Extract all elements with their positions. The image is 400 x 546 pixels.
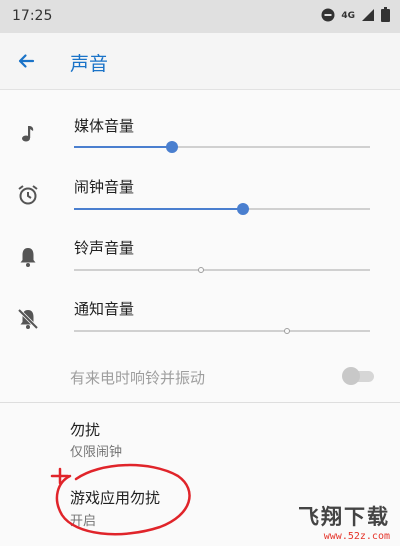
battery-icon [381, 6, 390, 26]
ringtone-volume-slider[interactable] [74, 264, 370, 276]
status-bar: 17:25 4G [0, 0, 400, 33]
network-type: 4G [341, 11, 355, 21]
do-not-disturb-icon [321, 7, 335, 26]
alarm-volume-slider[interactable] [74, 203, 370, 215]
section-divider [0, 402, 400, 403]
vibrate-on-call-toggle[interactable] [342, 367, 374, 385]
slider-thumb[interactable] [236, 203, 249, 215]
music-note-icon [16, 122, 40, 146]
slider-thumb[interactable] [198, 267, 205, 273]
status-time: 17:25 [12, 8, 53, 24]
bell-off-icon [16, 307, 40, 331]
vibrate-on-call-label: 有来电时响铃并振动 [70, 369, 206, 387]
setting-title: 勿扰 [70, 421, 101, 439]
slider-fill [74, 208, 243, 210]
slider-thumb[interactable] [284, 328, 291, 334]
watermark-url: www.52z.com [323, 531, 390, 542]
setting-title: 游戏应用勿扰 [70, 489, 161, 507]
slider-fill [74, 146, 172, 148]
media-volume-slider[interactable] [74, 141, 370, 153]
app-bar: 声音 [0, 33, 400, 90]
watermark-main-text: 飞翔下载 [298, 505, 390, 529]
bell-icon [16, 245, 40, 269]
arrow-back-icon [18, 54, 35, 68]
notification-volume-label: 通知音量 [74, 300, 135, 318]
alarm-clock-icon [16, 183, 40, 207]
slider-track [74, 269, 370, 271]
setting-subtitle: 仅限闹钟 [70, 445, 123, 460]
setting-subtitle: 开启 [70, 514, 97, 529]
notification-volume-slider[interactable] [74, 325, 370, 337]
slider-thumb[interactable] [165, 141, 178, 153]
slider-track [74, 330, 370, 332]
signal-icon [361, 7, 375, 26]
page-title: 声音 [70, 53, 109, 75]
back-button[interactable] [10, 45, 42, 77]
media-volume-label: 媒体音量 [74, 117, 135, 135]
watermark-logo: 飞翔下载 www.52z.com [298, 501, 390, 542]
status-icons: 4G [321, 6, 390, 26]
toggle-knob [342, 367, 360, 385]
ringtone-volume-label: 铃声音量 [74, 239, 135, 257]
alarm-volume-label: 闹钟音量 [74, 178, 135, 196]
